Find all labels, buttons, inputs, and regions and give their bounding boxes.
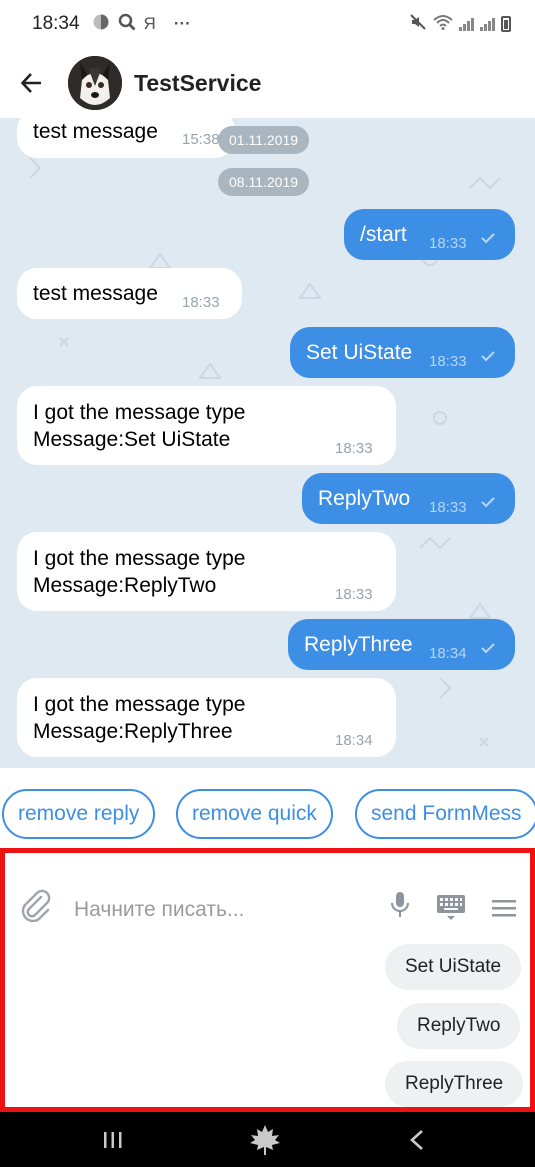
message-outgoing[interactable]: ReplyTwo 18:33 [302,473,515,524]
chat-area[interactable]: test message 15:38 01.11.2019 08.11.2019… [0,118,535,768]
back-arrow-icon[interactable] [0,48,64,118]
status-right-group [409,13,511,35]
message-input[interactable]: Начните писать... [74,898,244,922]
microphone-icon[interactable] [390,891,410,919]
chat-header: TestService [0,48,535,118]
message-text: Message:Set UiState [33,428,231,451]
keyboard-icon[interactable] [436,894,466,922]
message-time: 18:33 [335,440,373,457]
message-text: test message [33,120,158,143]
message-incoming[interactable]: test message 15:38 [17,118,235,158]
chat-title: TestService [134,69,262,96]
more-icon: ··· [173,14,191,33]
quick-button-remove-quick[interactable]: remove quick [176,789,333,839]
message-time: 18:33 [182,294,220,311]
reply-keyboard-button[interactable]: ReplyTwo [397,1003,521,1049]
theme-icon [92,13,110,36]
recent-apps-icon[interactable] [88,1112,138,1167]
message-text: Message:ReplyTwo [33,574,217,597]
message-text: I got the message type [33,547,246,570]
date-separator: 08.11.2019 [218,168,310,196]
message-text: ReplyTwo [318,487,411,510]
message-time: 18:33 [335,586,373,603]
read-check-icon [481,643,495,654]
message-incoming[interactable]: test message 18:33 [17,268,242,319]
message-outgoing[interactable]: Set UiState 18:33 [290,327,515,378]
message-text: Set UiState [306,341,413,364]
message-text: ReplyThree [304,633,413,656]
message-text: I got the message type [33,693,246,716]
read-check-icon [481,497,495,508]
message-outgoing[interactable]: ReplyThree 18:34 [288,619,515,670]
message-text: I got the message type [33,401,246,424]
status-bar: 18:34 Я ··· [0,0,535,48]
message-time: 18:34 [335,732,373,749]
read-check-icon [481,233,495,244]
composer-highlight: Начните писать... Set UiState ReplyTwo R… [0,848,535,1112]
composer-input-row: Начните писать... [10,858,535,946]
avatar[interactable] [68,56,122,110]
signal-icon [480,17,495,31]
date-separator: 01.11.2019 [218,126,310,154]
reply-keyboard-button[interactable]: ReplyThree [385,1061,524,1107]
back-icon[interactable] [392,1112,442,1167]
reply-keyboard-button[interactable]: Set UiState [385,944,522,990]
status-time: 18:34 [32,13,80,34]
read-check-icon [481,351,495,362]
message-text: /start [360,223,407,246]
menu-icon[interactable] [491,898,517,918]
message-time: 18:33 [429,353,467,370]
search-icon [118,13,136,36]
quick-button-send-form[interactable]: send FormMess [355,789,535,839]
message-text: test message [33,282,158,305]
message-outgoing[interactable]: /start 18:33 [344,209,515,260]
wifi-icon [433,14,453,34]
attach-icon[interactable] [20,888,52,922]
home-icon[interactable] [240,1112,290,1167]
message-time: 18:33 [429,499,467,516]
message-incoming[interactable]: I got the message type Message:Set UiSta… [17,386,396,465]
quick-button-remove-reply[interactable]: remove reply [2,789,156,839]
message-time: 18:34 [429,645,467,662]
signal-icon [459,17,474,31]
system-nav-bar [0,1112,535,1167]
yandex-icon: Я [143,14,156,33]
quick-buttons-bar: remove reply remove quick send FormMess [0,768,535,848]
message-time: 18:33 [429,235,467,252]
message-time: 15:38 [182,131,220,148]
message-incoming[interactable]: I got the message type Message:ReplyThre… [17,678,396,757]
message-incoming[interactable]: I got the message type Message:ReplyTwo … [17,532,396,611]
message-text: Message:ReplyThree [33,720,233,743]
mute-icon [409,13,427,35]
battery-icon [501,16,511,32]
